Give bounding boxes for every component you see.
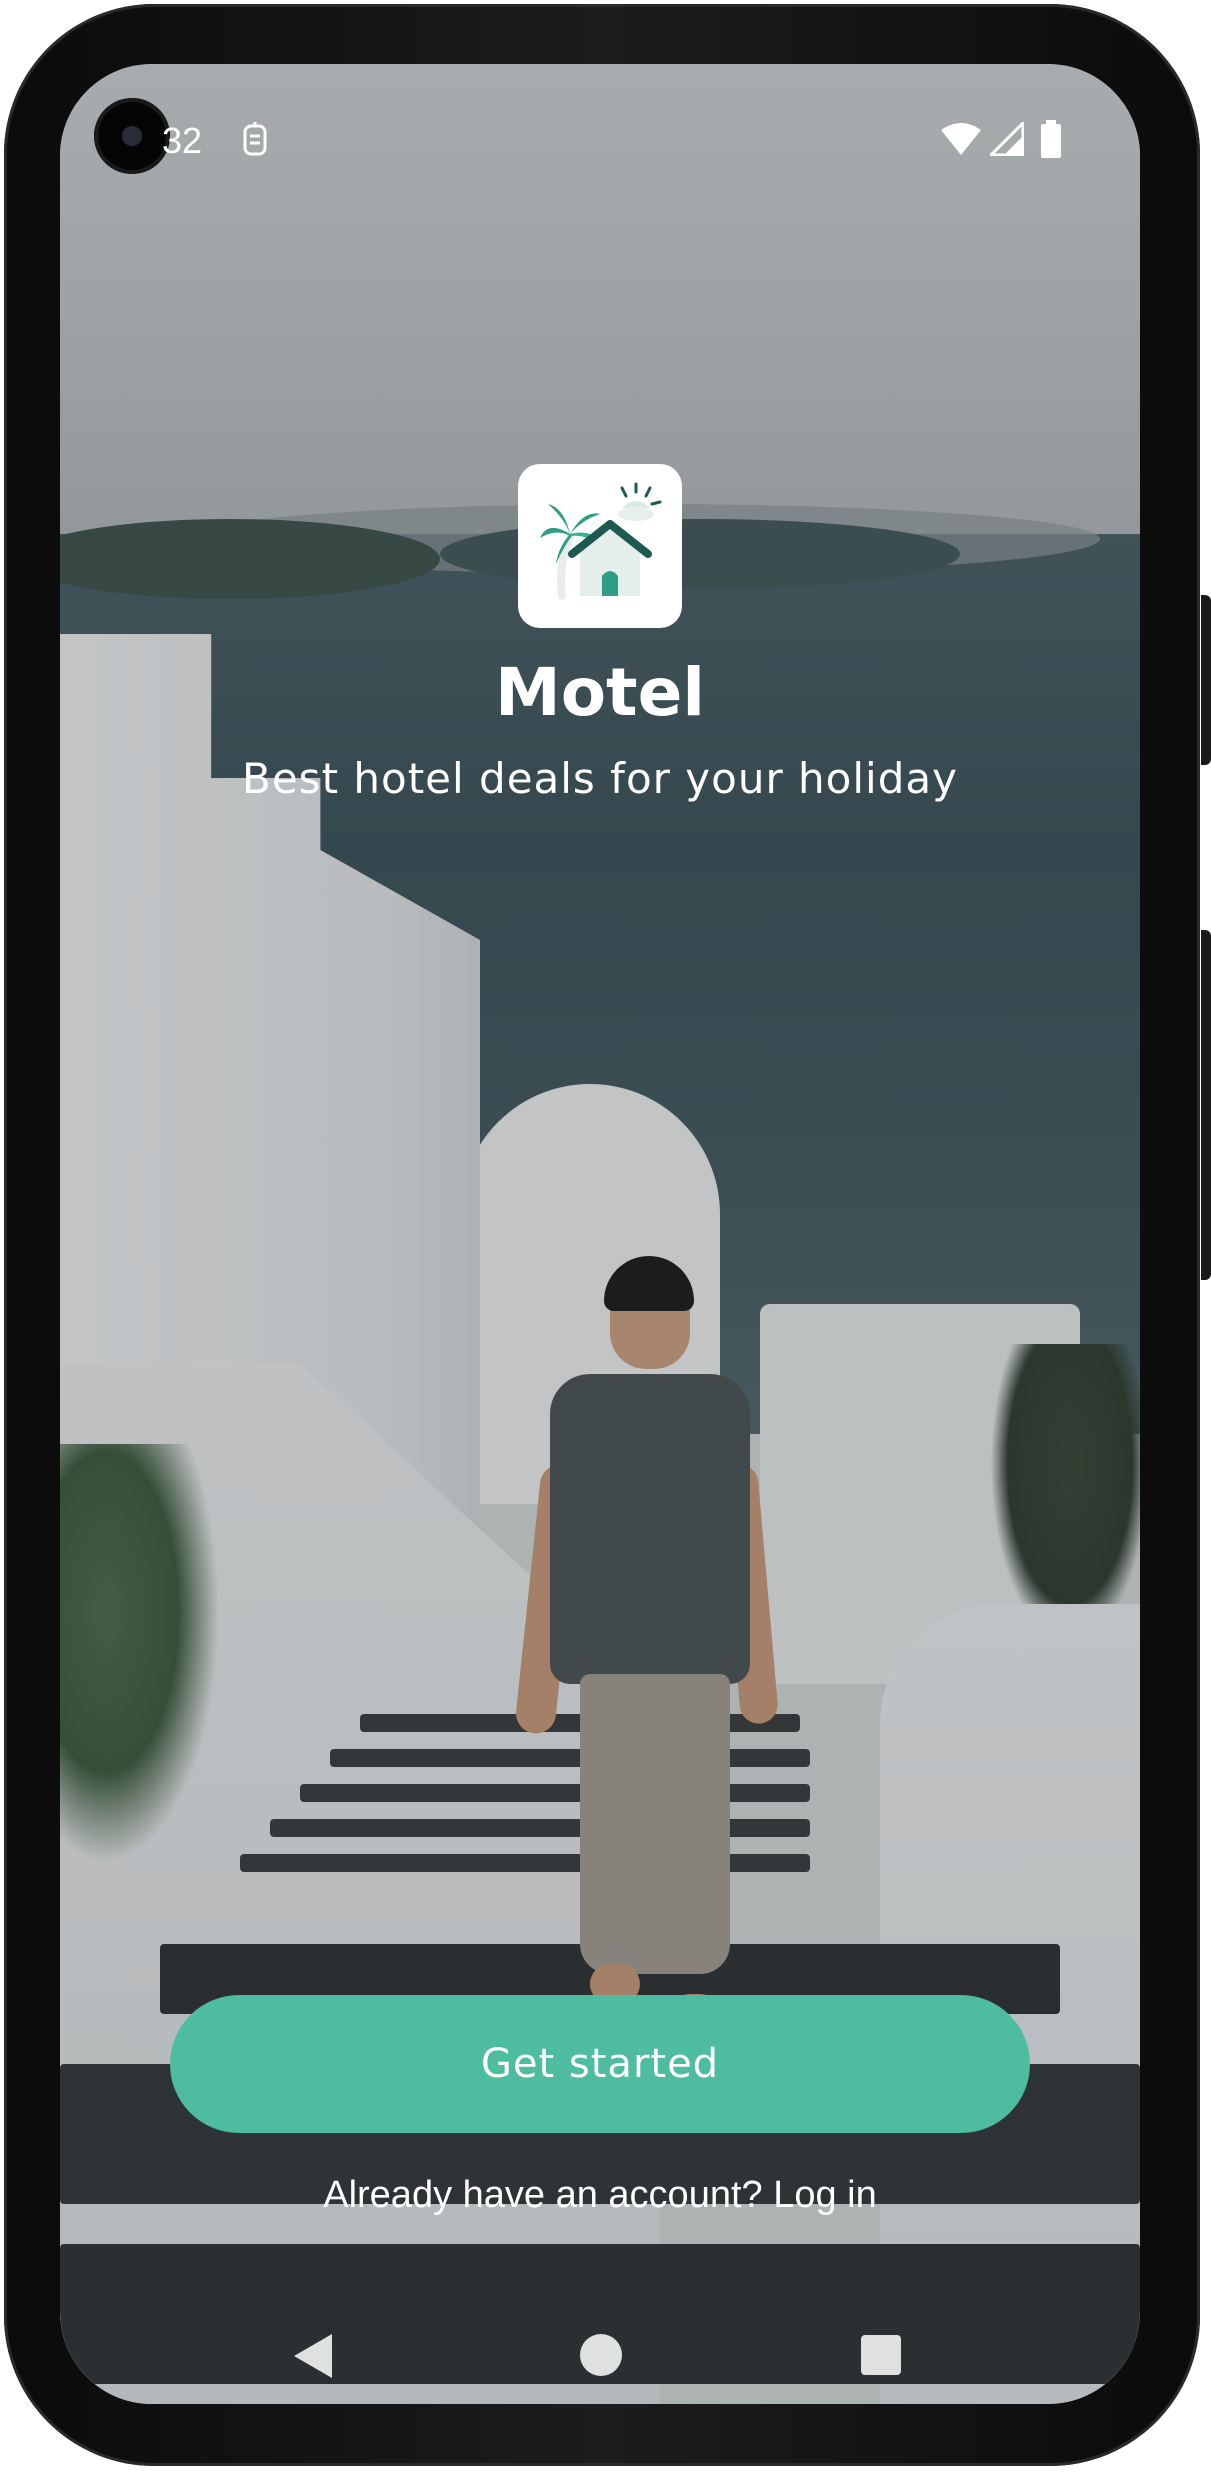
wifi-icon [940,122,982,160]
palm-house-logo-icon [540,482,662,600]
app-tagline: Best hotel deals for your holiday [242,754,958,803]
cell-signal-icon [987,119,1025,160]
app-name: Motel [495,654,705,731]
phone-device: 32 Motel Best hotel deals for your holid… [0,0,1211,2474]
status-time: 32 [162,120,203,161]
notification-icon [240,122,270,162]
back-icon[interactable] [292,2332,334,2384]
home-icon[interactable] [578,2332,624,2382]
status-bar: 32 [60,64,1140,174]
power-button [1201,595,1211,765]
login-link[interactable]: Already have an account? Log in [60,2174,1140,2217]
navigation-bar [60,2324,1140,2404]
front-camera [94,98,170,174]
app-logo [518,464,682,628]
get-started-button[interactable]: Get started [170,1995,1030,2133]
battery-icon [1040,120,1062,162]
recents-icon[interactable] [860,2334,902,2380]
volume-button [1201,930,1211,1280]
screen: 32 Motel Best hotel deals for your holid… [60,64,1140,2404]
